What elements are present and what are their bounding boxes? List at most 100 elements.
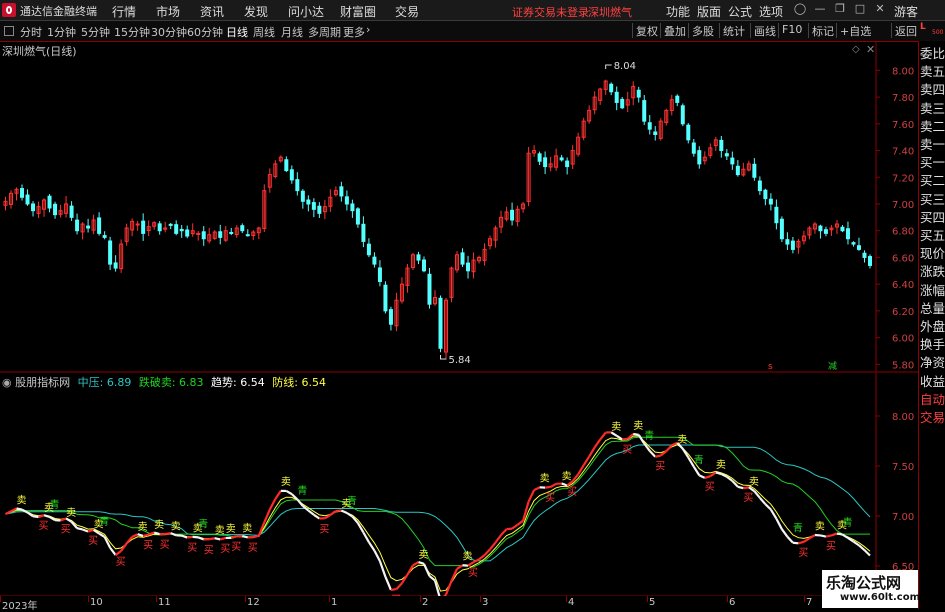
- toolbar-adjust[interactable]: 复权: [632, 23, 661, 38]
- period-30min[interactable]: 30分钟: [151, 24, 187, 40]
- side-label-15[interactable]: 外盘: [920, 318, 945, 336]
- toolbar-stats[interactable]: 统计: [719, 23, 748, 38]
- side-label-3[interactable]: 卖三: [920, 100, 945, 118]
- layout-toggle-icon[interactable]: [4, 26, 14, 36]
- price-tick-label: 6.80: [892, 227, 914, 238]
- side-label-11[interactable]: 现价: [920, 245, 945, 263]
- toolbar-mark[interactable]: 标记: [808, 23, 837, 38]
- period-15min[interactable]: 15分钟: [114, 24, 150, 40]
- side-label-0[interactable]: 委比: [920, 45, 945, 63]
- signal-sell: 卖: [633, 420, 643, 432]
- period-more[interactable]: 更多: [343, 24, 365, 40]
- side-label-9[interactable]: 买四: [920, 209, 945, 227]
- series-trend-segment: [187, 537, 193, 538]
- period-1min[interactable]: 1分钟: [47, 24, 76, 40]
- guest-user[interactable]: 游客: [894, 3, 918, 20]
- series-trend-segment: [198, 537, 204, 539]
- price-tick-label: 6.40: [892, 280, 914, 291]
- side-label-10[interactable]: 买五: [920, 227, 945, 245]
- period-intraday[interactable]: 分时: [20, 24, 42, 40]
- menu-item-ask[interactable]: 问小达: [288, 3, 324, 20]
- candle-body: [21, 189, 24, 198]
- candle-body: [736, 166, 739, 174]
- toolbar-draw[interactable]: 画线: [750, 23, 779, 38]
- maximize-icon[interactable]: □: [850, 2, 870, 18]
- chart-area[interactable]: 8.007.807.607.407.207.006.806.606.406.20…: [0, 41, 918, 596]
- candle-body: [301, 191, 304, 201]
- x-axis-tick: [480, 596, 481, 602]
- candle-body: [114, 263, 117, 268]
- menu-formula[interactable]: 公式: [728, 3, 752, 20]
- side-label-13[interactable]: 涨幅: [920, 282, 945, 300]
- menu-options[interactable]: 选项: [759, 3, 783, 20]
- side-label-5[interactable]: 卖一: [920, 136, 945, 154]
- support-icon[interactable]: ◯: [790, 2, 810, 18]
- price-tick-label: 6.20: [892, 307, 914, 318]
- candle-body: [786, 240, 789, 244]
- period-60min[interactable]: 60分钟: [187, 24, 223, 40]
- side-label-20[interactable]: 交易: [920, 409, 945, 427]
- side-label-7[interactable]: 买二: [920, 172, 945, 190]
- menu-item-trade[interactable]: 交易: [395, 3, 419, 20]
- restore-icon[interactable]: ❐: [830, 2, 850, 18]
- menu-item-discover[interactable]: 发现: [244, 3, 268, 20]
- series-trend-segment: [215, 538, 221, 539]
- signal-buy: 买: [798, 547, 808, 559]
- toolbar-add-favorite[interactable]: +自选: [836, 23, 874, 38]
- toolbar-back[interactable]: 返回: [891, 23, 920, 38]
- period-monthly[interactable]: 月线: [281, 24, 303, 40]
- period-weekly[interactable]: 周线: [253, 24, 275, 40]
- side-label-8[interactable]: 买三: [920, 191, 945, 209]
- signal-buy: 买: [160, 539, 170, 551]
- side-label-14[interactable]: 总量: [920, 300, 945, 318]
- candle-body: [48, 196, 51, 208]
- side-label-1[interactable]: 卖五: [920, 63, 945, 81]
- series-trend-segment: [165, 533, 171, 534]
- series-trend-segment: [132, 534, 138, 537]
- side-label-19[interactable]: 自动: [920, 391, 945, 409]
- period-5min[interactable]: 5分钟: [81, 24, 110, 40]
- toolbar-multi-stock[interactable]: 多股: [688, 23, 717, 38]
- menu-item-wealth[interactable]: 财富圈: [340, 3, 376, 20]
- series-trend-segment: [413, 562, 419, 565]
- price-tick-label: 5.80: [892, 360, 914, 371]
- series-trend-segment: [138, 534, 144, 536]
- menu-item-quotes[interactable]: 行情: [112, 3, 136, 20]
- side-label-18[interactable]: 收益: [920, 373, 945, 391]
- side-label-16[interactable]: 换手: [920, 336, 945, 354]
- candle-body: [378, 268, 381, 282]
- signal-hold: 青: [297, 484, 307, 497]
- price-tick-label: 7.20: [892, 173, 914, 184]
- level-badge: L: [920, 22, 926, 32]
- price-tick-label: 7.00: [892, 200, 914, 211]
- signal-sell: 卖: [242, 522, 252, 534]
- side-label-12[interactable]: 涨跌: [920, 263, 945, 281]
- toolbar-overlay[interactable]: 叠加: [660, 23, 689, 38]
- period-daily[interactable]: 日线: [226, 24, 248, 40]
- period-multi[interactable]: 多周期: [308, 24, 341, 40]
- indicator-tick-label: 7.50: [892, 462, 914, 473]
- menu-function[interactable]: 功能: [666, 3, 690, 20]
- price-tick-label: 7.40: [892, 147, 914, 158]
- login-warning[interactable]: 证券交易未登录: [512, 4, 589, 20]
- menu-item-market[interactable]: 市场: [156, 3, 180, 20]
- menu-item-news[interactable]: 资讯: [200, 3, 224, 20]
- side-label-4[interactable]: 卖二: [920, 118, 945, 136]
- indicator-tick-label: 7.00: [892, 512, 914, 523]
- signal-buy: 买: [61, 523, 71, 535]
- candle-body: [692, 143, 695, 153]
- close-icon[interactable]: ✕: [870, 2, 890, 18]
- chevron-right-icon[interactable]: ›: [366, 23, 370, 36]
- minimize-icon[interactable]: —: [810, 2, 830, 18]
- candle-body: [26, 195, 29, 204]
- menu-layout[interactable]: 版面: [697, 3, 721, 20]
- side-label-2[interactable]: 卖四: [920, 81, 945, 99]
- side-label-17[interactable]: 净资: [920, 354, 945, 372]
- candle-body: [180, 229, 183, 230]
- candle-body: [428, 274, 431, 304]
- side-label-6[interactable]: 买一: [920, 154, 945, 172]
- series-trend-segment: [507, 529, 513, 530]
- toolbar-f10[interactable]: F10: [778, 23, 805, 38]
- signal-buy: 买: [319, 523, 329, 535]
- x-axis-label: 3: [482, 597, 488, 608]
